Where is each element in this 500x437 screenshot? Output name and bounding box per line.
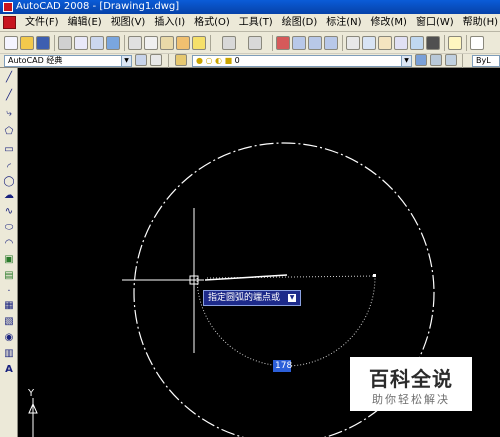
sheet-set-icon[interactable]: [394, 36, 408, 50]
revision-cloud-icon[interactable]: ☁: [3, 190, 15, 202]
title-bar: AutoCAD 2008 - [Drawing1.dwg]: [0, 0, 500, 14]
watermark-title: 百科全说: [369, 367, 453, 391]
my-workspace-icon[interactable]: [150, 54, 162, 66]
print-preview-icon[interactable]: [74, 36, 88, 50]
open-folder-icon[interactable]: [20, 36, 34, 50]
ucs-y-label: Y: [27, 388, 35, 399]
make-block-icon[interactable]: ▤: [3, 270, 15, 282]
layer-state-icons: ● ○ ◐ ■: [196, 56, 235, 65]
ellipse-icon[interactable]: ⬭: [3, 222, 15, 234]
watermark-subtitle: 助你轻松解决: [372, 393, 450, 406]
layer-value: 0: [234, 56, 240, 65]
table-icon[interactable]: ▥: [3, 348, 15, 360]
pan-icon[interactable]: [276, 36, 290, 50]
workspace-value: AutoCAD 经典: [8, 56, 63, 65]
menu-insert[interactable]: 插入(I): [149, 14, 189, 32]
help-icon[interactable]: [448, 36, 462, 50]
circle-icon[interactable]: ◯: [3, 176, 15, 188]
hatch-icon[interactable]: ▦: [3, 300, 15, 312]
design-center-icon[interactable]: [362, 36, 376, 50]
linetype-dropdown[interactable]: ByL: [472, 55, 500, 67]
block-editor-icon[interactable]: [192, 36, 206, 50]
zoom-window-icon[interactable]: [308, 36, 322, 50]
tool-palettes-icon[interactable]: [378, 36, 392, 50]
markup-icon[interactable]: [410, 36, 424, 50]
menu-format[interactable]: 格式(O): [189, 14, 234, 32]
layer-dropdown[interactable]: ● ○ ◐ ■ 0 ▼: [192, 55, 412, 67]
menu-file[interactable]: 文件(F): [20, 14, 63, 32]
publish-icon[interactable]: [90, 36, 104, 50]
polyline-icon[interactable]: ⤷: [3, 108, 15, 120]
ellipse-arc-icon[interactable]: ◠: [3, 238, 15, 250]
linetype-value: ByL: [476, 56, 491, 65]
new-file-icon[interactable]: [4, 36, 18, 50]
layer-properties-icon[interactable]: [175, 54, 187, 66]
3d-dwf-icon[interactable]: [106, 36, 120, 50]
gradient-icon[interactable]: ▧: [3, 316, 15, 328]
menu-dimension[interactable]: 标注(N): [321, 14, 365, 32]
chevron-down-icon[interactable]: ▼: [401, 56, 411, 66]
command-prompt-tooltip: 指定圆弧的端点或 ▼: [203, 290, 301, 306]
text-style-icon[interactable]: [470, 36, 484, 50]
zoom-realtime-icon[interactable]: [292, 36, 306, 50]
layer-previous-icon[interactable]: [430, 54, 442, 66]
cut-icon[interactable]: [128, 36, 142, 50]
workspace-settings-icon[interactable]: [135, 54, 147, 66]
menu-window[interactable]: 窗口(W): [411, 14, 458, 32]
down-arrow-key-icon[interactable]: ▼: [288, 294, 296, 302]
menu-help[interactable]: 帮助(H): [458, 14, 500, 32]
match-properties-icon[interactable]: [176, 36, 190, 50]
paste-icon[interactable]: [160, 36, 174, 50]
menu-modify[interactable]: 修改(M): [366, 14, 411, 32]
properties-icon[interactable]: [346, 36, 360, 50]
window-title: AutoCAD 2008 - [Drawing1.dwg]: [16, 1, 180, 12]
workspace-dropdown[interactable]: AutoCAD 经典 ▼: [4, 55, 132, 67]
multiline-text-icon[interactable]: A: [3, 364, 15, 376]
region-icon[interactable]: ◉: [3, 332, 15, 344]
redo-icon[interactable]: [248, 36, 262, 50]
make-current-layer-icon[interactable]: [415, 54, 427, 66]
line-icon[interactable]: ╱: [3, 72, 15, 84]
draw-toolbar: ╱ ╱ ⤷ ⬠ ▭ ◜ ◯ ☁ ∿ ⬭ ◠ ▣ ▤ · ▦ ▧ ◉ ▥ A: [0, 68, 18, 437]
undo-icon[interactable]: [222, 36, 236, 50]
point-icon[interactable]: ·: [3, 286, 15, 298]
arc-icon[interactable]: ◜: [3, 162, 15, 174]
menu-tools[interactable]: 工具(T): [234, 14, 277, 32]
document-icon[interactable]: [3, 16, 16, 29]
print-icon[interactable]: [58, 36, 72, 50]
autocad-app-icon: [3, 2, 13, 12]
workspace-toolbar: AutoCAD 经典 ▼ ● ○ ◐ ■ 0 ▼ ByL: [0, 54, 500, 68]
tooltip-text: 指定圆弧的端点或: [208, 293, 281, 303]
spline-icon[interactable]: ∿: [3, 206, 15, 218]
menu-edit[interactable]: 编辑(E): [63, 14, 106, 32]
calculator-icon[interactable]: [426, 36, 440, 50]
chevron-down-icon[interactable]: ▼: [121, 56, 131, 66]
insert-block-icon[interactable]: ▣: [3, 254, 15, 266]
rectangle-icon[interactable]: ▭: [3, 144, 15, 156]
save-icon[interactable]: [36, 36, 50, 50]
menu-view[interactable]: 视图(V): [106, 14, 150, 32]
dynamic-input-field[interactable]: 178: [273, 360, 293, 372]
layer-states-icon[interactable]: [445, 54, 457, 66]
watermark: 百科全说 助你轻松解决: [350, 357, 472, 411]
zoom-previous-icon[interactable]: [324, 36, 338, 50]
menu-draw[interactable]: 绘图(D): [277, 14, 322, 32]
standard-toolbar: [0, 32, 500, 54]
menu-bar: 文件(F) 编辑(E) 视图(V) 插入(I) 格式(O) 工具(T) 绘图(D…: [0, 14, 500, 32]
polygon-icon[interactable]: ⬠: [3, 126, 15, 138]
construction-line-icon[interactable]: ╱: [3, 90, 15, 102]
dynamic-input-value: 178: [275, 361, 293, 371]
endpoint-marker: [373, 274, 376, 277]
copy-icon[interactable]: [144, 36, 158, 50]
